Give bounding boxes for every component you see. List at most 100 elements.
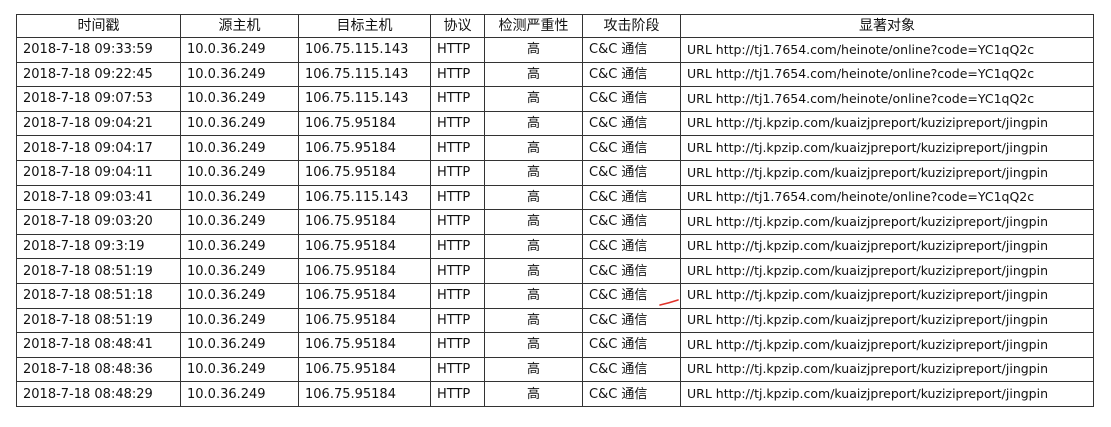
cell-attack-stage: C&C 通信: [582, 37, 681, 63]
header-timestamp: 时间戳: [16, 14, 181, 38]
red-pen-stroke: [659, 299, 679, 306]
cell-attack-stage: C&C 通信: [582, 307, 681, 334]
cell-destination-host: 106.75.95184: [298, 233, 431, 260]
cell-severity: 高: [484, 37, 583, 63]
cell-destination-host: 106.75.95184: [298, 381, 431, 407]
cell-destination-host: 106.75.95184: [298, 135, 431, 161]
cell-notable-object: URL http://tj.kpzip.com/kuaizjpreport/ku…: [680, 381, 1094, 407]
cell-timestamp: 2018-7-18 08:51:19: [16, 307, 181, 334]
cell-source-host: 10.0.36.249: [180, 209, 299, 235]
cell-attack-stage: C&C 通信: [582, 135, 681, 161]
cell-destination-host: 106.75.95184: [298, 282, 431, 309]
header-protocol: 协议: [430, 14, 485, 38]
cell-timestamp: 2018-7-18 08:51:19: [16, 258, 181, 284]
cell-severity: 高: [484, 282, 583, 309]
cell-attack-stage: C&C 通信: [582, 159, 681, 186]
cell-destination-host: 106.75.95184: [298, 332, 431, 358]
cell-destination-host: 106.75.115.143: [298, 184, 431, 211]
table-header: 时间戳 源主机 目标主机 协议 检测严重性 攻击阶段 显著对象: [16, 14, 1094, 38]
cell-notable-object: URL http://tj.kpzip.com/kuaizjpreport/ku…: [680, 135, 1094, 161]
cell-severity: 高: [484, 356, 583, 383]
cell-destination-host: 106.75.95184: [298, 258, 431, 284]
cell-source-host: 10.0.36.249: [180, 135, 299, 161]
cell-protocol: HTTP: [430, 356, 485, 383]
table-row: 2018-7-18 09:33:59 10.0.36.249 106.75.115.…: [16, 37, 1094, 63]
cell-protocol: HTTP: [430, 86, 485, 112]
cell-attack-stage: C&C 通信: [582, 86, 681, 112]
cell-timestamp: 2018-7-18 09:03:41: [16, 184, 181, 211]
cell-protocol: HTTP: [430, 381, 485, 407]
cell-severity: 高: [484, 86, 583, 112]
cell-protocol: HTTP: [430, 37, 485, 63]
cell-timestamp: 2018-7-18 08:48:36: [16, 356, 181, 383]
cell-notable-object: URL http://tj1.7654.com/heinote/online?c…: [680, 61, 1094, 88]
cell-destination-host: 106.75.95184: [298, 209, 431, 235]
cell-protocol: HTTP: [430, 233, 485, 260]
table-row: 2018-7-18 08:48:41 10.0.36.249 106.75.9518…: [16, 332, 1094, 358]
header-notable-object: 显著对象: [680, 14, 1094, 38]
cell-source-host: 10.0.36.249: [180, 159, 299, 186]
cell-severity: 高: [484, 233, 583, 260]
cell-source-host: 10.0.36.249: [180, 110, 299, 137]
cell-protocol: HTTP: [430, 159, 485, 186]
cell-timestamp: 2018-7-18 08:48:29: [16, 381, 181, 407]
cell-notable-object: URL http://tj.kpzip.com/kuaizjpreport/ku…: [680, 258, 1094, 284]
cell-source-host: 10.0.36.249: [180, 381, 299, 407]
table-row: 2018-7-18 09:03:41 10.0.36.249 106.75.115.…: [16, 184, 1094, 211]
cell-severity: 高: [484, 135, 583, 161]
cell-protocol: HTTP: [430, 135, 485, 161]
table-row: 2018-7-18 08:51:19 10.0.36.249 106.75.9518…: [16, 307, 1094, 334]
cell-attack-stage: C&C 通信: [582, 356, 681, 383]
cell-severity: 高: [484, 209, 583, 235]
header-destination-host: 目标主机: [298, 14, 431, 38]
cell-protocol: HTTP: [430, 110, 485, 137]
header-source-host: 源主机: [180, 14, 299, 38]
cell-severity: 高: [484, 184, 583, 211]
cell-destination-host: 106.75.95184: [298, 159, 431, 186]
cell-protocol: HTTP: [430, 184, 485, 211]
cell-severity: 高: [484, 110, 583, 137]
cell-protocol: HTTP: [430, 209, 485, 235]
table-row: 2018-7-18 09:22:45 10.0.36.249 106.75.115.…: [16, 61, 1094, 88]
cell-timestamp: 2018-7-18 09:33:59: [16, 37, 181, 63]
header-attack-stage: 攻击阶段: [582, 14, 681, 38]
cell-attack-stage: C&C 通信: [582, 258, 681, 284]
cell-protocol: HTTP: [430, 307, 485, 334]
cell-severity: 高: [484, 61, 583, 88]
cell-destination-host: 106.75.95184: [298, 110, 431, 137]
header-severity: 检测严重性: [484, 14, 583, 38]
table-row: 2018-7-18 09:04:21 10.0.36.249 106.75.9518…: [16, 110, 1094, 137]
table-row: 2018-7-18 08:48:29 10.0.36.249 106.75.9518…: [16, 381, 1094, 407]
cell-source-host: 10.0.36.249: [180, 356, 299, 383]
cell-notable-object: URL http://tj.kpzip.com/kuaizjpreport/ku…: [680, 233, 1094, 260]
cell-attack-stage: C&C 通信: [582, 110, 681, 137]
cell-notable-object: URL http://tj1.7654.com/heinote/online?c…: [680, 86, 1094, 112]
cell-source-host: 10.0.36.249: [180, 258, 299, 284]
cell-notable-object: URL http://tj.kpzip.com/kuaizjpreport/ku…: [680, 159, 1094, 186]
cell-source-host: 10.0.36.249: [180, 332, 299, 358]
cell-notable-object: URL http://tj.kpzip.com/kuaizjpreport/ku…: [680, 356, 1094, 383]
table-row: 2018-7-18 09:04:11 10.0.36.249 106.75.9518…: [16, 159, 1094, 186]
table-row: 2018-7-18 09:04:17 10.0.36.249 106.75.9518…: [16, 135, 1094, 161]
cell-source-host: 10.0.36.249: [180, 37, 299, 63]
table-row: 2018-7-18 08:48:36 10.0.36.249 106.75.9518…: [16, 356, 1094, 383]
cell-protocol: HTTP: [430, 332, 485, 358]
cell-timestamp: 2018-7-18 09:03:20: [16, 209, 181, 235]
cell-timestamp: 2018-7-18 08:48:41: [16, 332, 181, 358]
table-row: 2018-7-18 08:51:19 10.0.36.249 106.75.9518…: [16, 258, 1094, 284]
cell-severity: 高: [484, 381, 583, 407]
detection-log-table: 时间戳 源主机 目标主机 协议 检测严重性 攻击阶段 显著对象 2018-7-1…: [16, 14, 1094, 407]
cell-protocol: HTTP: [430, 258, 485, 284]
cell-attack-stage: C&C 通信: [582, 209, 681, 235]
cell-destination-host: 106.75.95184: [298, 356, 431, 383]
table-row: 2018-7-18 09:07:53 10.0.36.249 106.75.115.…: [16, 86, 1094, 112]
cell-timestamp: 2018-7-18 09:22:45: [16, 61, 181, 88]
cell-severity: 高: [484, 159, 583, 186]
cell-severity: 高: [484, 307, 583, 334]
cell-timestamp: 2018-7-18 09:3:19: [16, 233, 181, 260]
table-body: 2018-7-18 09:33:59 10.0.36.249 106.75.115.…: [16, 37, 1094, 407]
cell-attack-stage: C&C 通信: [582, 332, 681, 358]
header-row: 时间戳 源主机 目标主机 协议 检测严重性 攻击阶段 显著对象: [16, 14, 1094, 38]
cell-timestamp: 2018-7-18 09:04:21: [16, 110, 181, 137]
cell-destination-host: 106.75.95184: [298, 307, 431, 334]
